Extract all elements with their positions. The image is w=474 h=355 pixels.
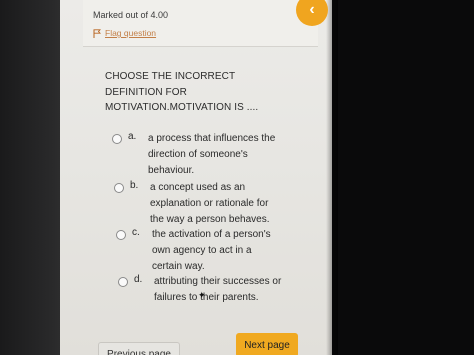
option-letter: b. [130,180,139,191]
question-text: CHOOSE THE INCORRECT DEFINITION FOR MOTI… [105,71,259,113]
next-page-button[interactable]: Next page [236,333,298,355]
option-letter: a. [128,131,137,142]
option-c[interactable]: c. the activation of a person's own agen… [116,227,292,275]
option-letter: d. [134,274,143,285]
option-text: a concept used as an explanation or rati… [150,182,270,225]
radio-d[interactable] [118,277,128,287]
cursor-icon: ✦ [198,290,206,300]
option-d[interactable]: d. attributing their successes or failur… [118,274,294,306]
option-b[interactable]: b. a concept used as an explanation or r… [114,180,290,228]
option-text: attributing their successes or failures … [154,276,282,303]
radio-a[interactable] [112,134,122,144]
flag-question-label: Flag question [105,28,157,38]
previous-page-button[interactable]: Previous page [98,342,180,355]
radio-c[interactable] [116,230,126,240]
option-letter: c. [132,227,140,238]
flag-icon [93,28,101,38]
screen-edge-shadow [326,0,338,355]
option-text: the activation of a person's own agency … [152,229,271,272]
question-info-box [83,0,318,47]
radio-b[interactable] [114,183,124,193]
quiz-screen: Marked out of 4.00 Flag question CHOOSE … [60,0,332,355]
flag-question-link[interactable]: Flag question [93,28,156,38]
marked-out-of-text: Marked out of 4.00 [93,10,169,20]
right-background [332,0,474,355]
option-a[interactable]: a. a process that influences the directi… [112,131,288,179]
option-text: a process that influences the direction … [148,133,276,176]
